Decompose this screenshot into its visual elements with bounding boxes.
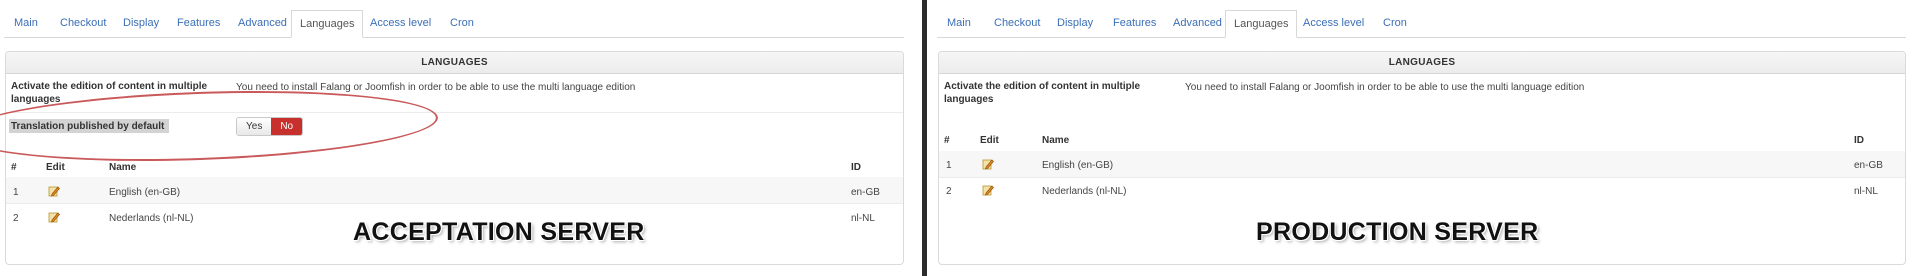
activate-label: Activate the edition of content in multi… bbox=[944, 81, 1141, 105]
tab-main[interactable]: Main bbox=[6, 10, 46, 37]
tab-languages[interactable]: Languages bbox=[291, 10, 364, 38]
row-id: nl-NL bbox=[851, 213, 875, 224]
server-caption: PRODUCTION SERVER bbox=[1256, 218, 1539, 246]
tab-display[interactable]: Display bbox=[115, 10, 167, 37]
col-name-header: Name bbox=[109, 162, 137, 173]
pencil-edit-icon[interactable] bbox=[48, 185, 60, 197]
tab-features[interactable]: Features bbox=[169, 10, 228, 37]
col-id-header: ID bbox=[1854, 135, 1864, 146]
tab-access-level[interactable]: Access level bbox=[1295, 10, 1372, 37]
panel-title: LANGUAGES bbox=[6, 52, 903, 74]
pane-divider bbox=[918, 0, 933, 276]
row-id: en-GB bbox=[851, 187, 880, 198]
tab-display[interactable]: Display bbox=[1049, 10, 1101, 37]
tab-checkout[interactable]: Checkout bbox=[986, 10, 1048, 37]
acceptation-pane: Main Checkout Display Features Advanced … bbox=[0, 0, 918, 276]
tab-features[interactable]: Features bbox=[1105, 10, 1164, 37]
row-num: 1 bbox=[13, 187, 19, 198]
col-id-header: ID bbox=[851, 162, 861, 173]
row-id: en-GB bbox=[1854, 160, 1883, 171]
panel-title: LANGUAGES bbox=[939, 52, 1905, 74]
row-id: nl-NL bbox=[1854, 186, 1878, 197]
tab-access-level[interactable]: Access level bbox=[362, 10, 439, 37]
activate-text: You need to install Falang or Joomfish i… bbox=[1185, 82, 1585, 93]
col-edit-header: Edit bbox=[46, 162, 65, 173]
row-divider bbox=[6, 203, 903, 204]
row-num: 2 bbox=[13, 213, 19, 224]
config-tabs: Main Checkout Display Features Advanced … bbox=[4, 10, 904, 38]
row-name: Nederlands (nl-NL) bbox=[109, 213, 194, 224]
col-edit-header: Edit bbox=[980, 135, 999, 146]
col-name-header: Name bbox=[1042, 135, 1070, 146]
production-pane: Main Checkout Display Features Advanced … bbox=[933, 0, 1920, 276]
tab-advanced[interactable]: Advanced bbox=[230, 10, 295, 37]
server-caption: ACCEPTATION SERVER bbox=[353, 218, 645, 246]
tab-advanced[interactable]: Advanced bbox=[1165, 10, 1230, 37]
col-num-header: # bbox=[944, 135, 950, 146]
row-num: 2 bbox=[946, 186, 952, 197]
tab-cron[interactable]: Cron bbox=[442, 10, 482, 37]
pencil-edit-icon[interactable] bbox=[982, 158, 994, 170]
col-num-header: # bbox=[11, 162, 17, 173]
row-divider bbox=[939, 177, 1905, 178]
row-name: English (en-GB) bbox=[1042, 160, 1114, 171]
row-name: English (en-GB) bbox=[109, 187, 181, 198]
pencil-edit-icon[interactable] bbox=[48, 211, 60, 223]
row-num: 1 bbox=[946, 160, 952, 171]
config-tabs: Main Checkout Display Features Advanced … bbox=[937, 10, 1906, 38]
tab-main[interactable]: Main bbox=[939, 10, 979, 37]
pencil-edit-icon[interactable] bbox=[982, 184, 994, 196]
row-name: Nederlands (nl-NL) bbox=[1042, 186, 1127, 197]
tab-cron[interactable]: Cron bbox=[1375, 10, 1415, 37]
tab-languages[interactable]: Languages bbox=[1225, 10, 1298, 38]
tab-checkout[interactable]: Checkout bbox=[52, 10, 114, 37]
